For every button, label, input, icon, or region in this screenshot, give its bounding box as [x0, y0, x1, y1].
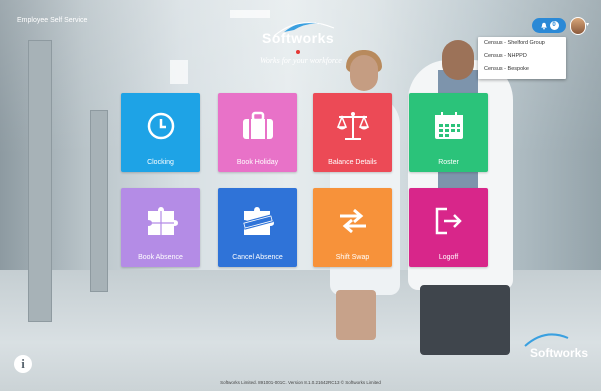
corridor-door	[28, 40, 52, 322]
chevron-down-icon[interactable]: ▾	[586, 21, 589, 28]
ceiling-light	[170, 60, 188, 84]
logo-text: Softworks	[262, 30, 335, 46]
tile-roster[interactable]: Roster	[409, 93, 488, 172]
puzzle-icon	[121, 202, 200, 240]
tile-balance-details[interactable]: Balance Details	[313, 93, 392, 172]
person-figure	[336, 290, 376, 340]
menu-item-census-shelford[interactable]: Census - Shelford Group	[478, 37, 566, 50]
tile-label: Roster	[438, 159, 459, 166]
menu-item-census-nhppd[interactable]: Census - NHPPD	[478, 50, 566, 63]
corridor-door	[90, 110, 108, 292]
clock-icon	[121, 107, 200, 145]
tile-label: Cancel Absence	[232, 254, 283, 261]
notifications-button[interactable]: 0	[532, 18, 566, 33]
logo-tagline: Works for your workforce	[260, 56, 342, 65]
bell-icon	[540, 22, 547, 29]
tile-label: Balance Details	[328, 159, 377, 166]
suitcase-icon	[218, 107, 297, 145]
tile-label: Clocking	[147, 159, 174, 166]
tile-label: Book Holiday	[236, 159, 279, 166]
footer-text: Softworks Limited. 891001-001C. Version …	[220, 380, 381, 385]
user-dropdown-menu: Census - Shelford Group Census - NHPPD C…	[478, 37, 566, 79]
info-icon[interactable]: i	[14, 355, 32, 373]
app-title: Employee Self Service	[17, 17, 88, 24]
swap-arrows-icon	[313, 202, 392, 240]
menu-item-census-bespoke[interactable]: Census - Bespoke	[478, 63, 566, 76]
avatar[interactable]	[570, 17, 586, 35]
person-figure	[420, 285, 510, 355]
tile-clocking[interactable]: Clocking	[121, 93, 200, 172]
tile-label: Shift Swap	[335, 254, 370, 261]
tile-label: Logoff	[438, 254, 459, 261]
tile-cancel-absence[interactable]: Cancel Absence	[218, 188, 297, 267]
calendar-icon	[409, 107, 488, 145]
notification-count: 0	[549, 21, 559, 30]
scales-icon	[313, 107, 392, 145]
cancelled-puzzle-icon	[218, 202, 297, 240]
tile-book-absence[interactable]: Book Absence	[121, 188, 200, 267]
logout-icon	[409, 202, 488, 240]
corner-logo-text: Softworks	[530, 346, 589, 360]
person-figure	[350, 55, 378, 91]
person-figure	[442, 40, 474, 80]
tile-label: Book Absence	[138, 254, 183, 261]
tile-shift-swap[interactable]: Shift Swap	[313, 188, 392, 267]
tile-logoff[interactable]: Logoff	[409, 188, 488, 267]
tile-book-holiday[interactable]: Book Holiday	[218, 93, 297, 172]
